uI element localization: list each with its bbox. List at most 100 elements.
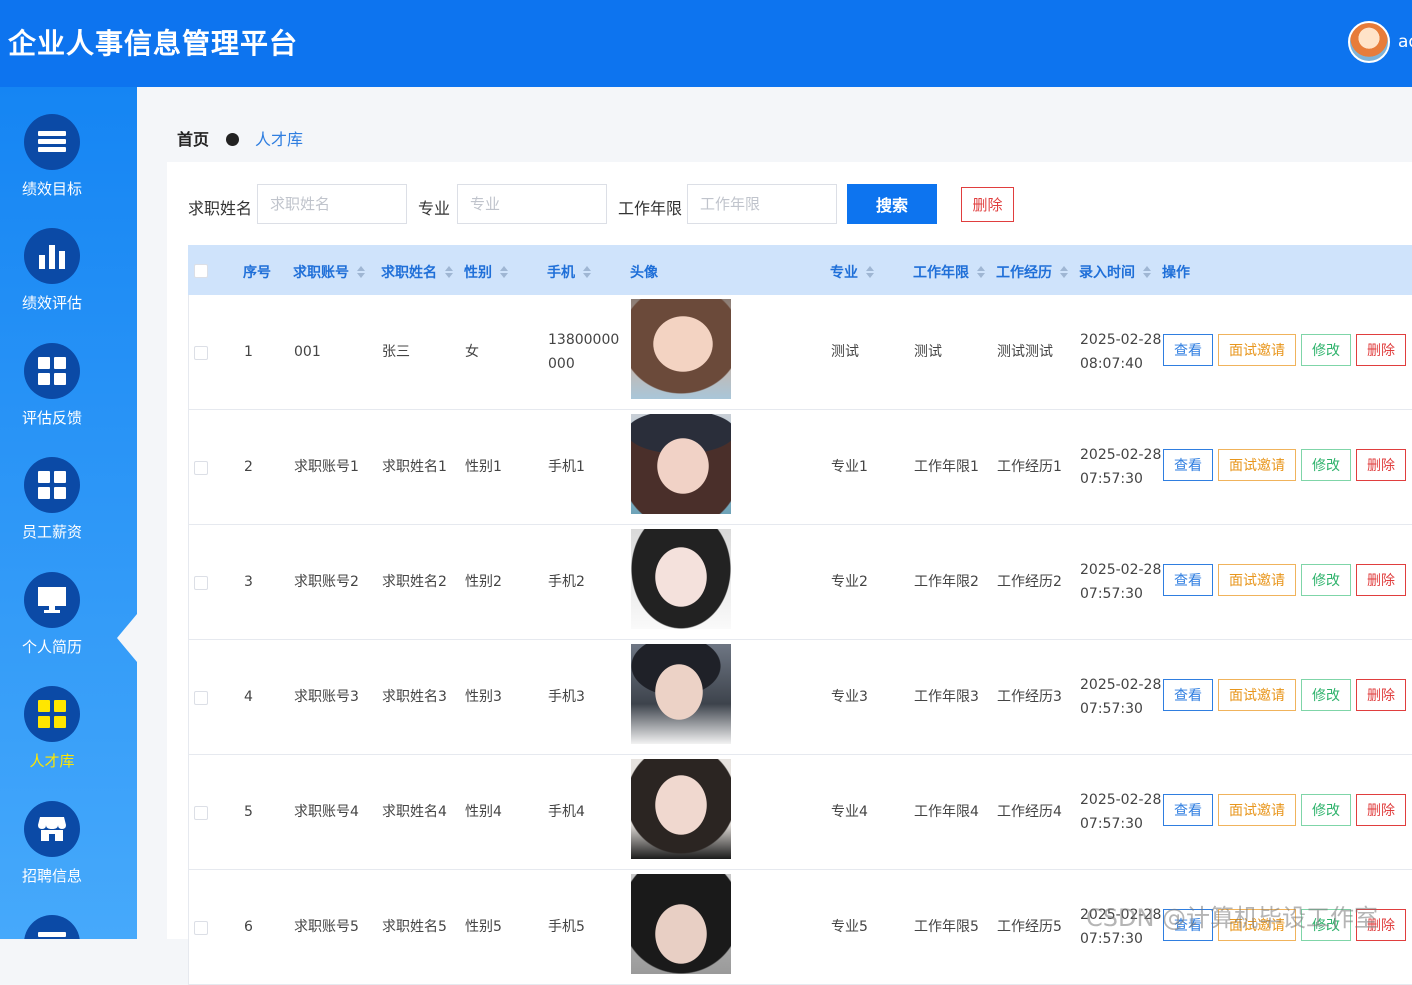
column-header-experience[interactable]: 工作经历 [996, 262, 1068, 282]
cell-name: 求职姓名4 [382, 804, 447, 820]
breadcrumb-home[interactable]: 首页 [177, 130, 209, 149]
column-header-gender[interactable]: 性别 [464, 262, 508, 282]
column-header-major[interactable]: 专业 [830, 262, 874, 282]
column-header-phone[interactable]: 手机 [547, 262, 591, 282]
table-row[interactable]: 4 求职账号3 求职姓名3 性别3 专业3 工作年限3 工作经历3 手机3 2025-02-28… [188, 640, 1412, 755]
sort-icon[interactable] [866, 266, 874, 278]
cell-entry-date: 2025-02-28 [1080, 332, 1162, 348]
cell-name: 求职姓名1 [382, 459, 447, 475]
cell-name: 求职姓名3 [382, 689, 447, 705]
sidebar-item-talent-pool[interactable]: 人才库 [0, 686, 104, 786]
avatar-photo[interactable] [631, 759, 731, 859]
cell-account: 001 [294, 344, 321, 360]
view-button[interactable]: 查看 [1163, 794, 1213, 826]
search-years-input[interactable] [687, 184, 837, 224]
edit-button[interactable]: 修改 [1301, 334, 1351, 366]
cell-gender: 性别4 [465, 804, 502, 820]
delete-button[interactable]: 删除 [1356, 449, 1406, 481]
sidebar-item-recruitment[interactable]: 招聘信息 [0, 801, 104, 901]
sidebar-item-performance-goals[interactable]: 绩效目标 [0, 114, 104, 214]
view-button[interactable]: 查看 [1163, 564, 1213, 596]
avatar-photo[interactable] [631, 299, 731, 399]
sidebar-item-employee-salary[interactable]: 员工薪资 [0, 457, 104, 557]
sort-icon[interactable] [500, 266, 508, 278]
sidebar-item-label: 员工薪资 [21, 523, 82, 541]
delete-button[interactable]: 删除 [1356, 794, 1406, 826]
cell-major: 专业2 [831, 574, 868, 590]
cell-experience: 工作经历2 [997, 574, 1062, 590]
list-icon [38, 131, 66, 153]
column-header-entry-time[interactable]: 录入时间 [1079, 262, 1151, 282]
sidebar-item-label: 评估反馈 [21, 409, 82, 427]
delete-button[interactable]: 删除 [1356, 679, 1406, 711]
table-row[interactable]: 5 求职账号4 求职姓名4 性别4 专业4 工作年限4 工作经历4 手机4 2025-02-28… [188, 755, 1412, 870]
cell-name: 求职姓名5 [382, 919, 447, 935]
view-button[interactable]: 查看 [1163, 449, 1213, 481]
cell-entry-date: 2025-02-28 [1080, 447, 1162, 463]
cell-experience: 工作经历3 [997, 689, 1062, 705]
interview-invite-button[interactable]: 面试邀请 [1218, 679, 1296, 711]
sidebar-item-label: 绩效评估 [21, 294, 82, 312]
cell-major: 专业4 [831, 804, 868, 820]
sort-icon[interactable] [583, 266, 591, 278]
delete-button[interactable]: 删除 [1356, 564, 1406, 596]
edit-button[interactable]: 修改 [1301, 564, 1351, 596]
edit-button[interactable]: 修改 [1301, 794, 1351, 826]
view-button[interactable]: 查看 [1163, 679, 1213, 711]
column-header-years[interactable]: 工作年限 [913, 262, 985, 282]
grid-icon [38, 471, 66, 499]
cell-index: 6 [244, 919, 253, 935]
table-row[interactable]: 1 001 张三女测试 测试 测试测试 13800000000 2025-02-28 08:0… [188, 295, 1412, 410]
batch-delete-button[interactable]: 删除 [961, 187, 1014, 222]
username[interactable]: ad [1398, 32, 1412, 52]
interview-invite-button[interactable]: 面试邀请 [1218, 334, 1296, 366]
column-header-account[interactable]: 求职账号 [293, 262, 365, 282]
search-button[interactable]: 搜索 [847, 184, 937, 224]
row-checkbox[interactable] [194, 346, 208, 360]
interview-invite-button[interactable]: 面试邀请 [1218, 794, 1296, 826]
cell-years: 工作年限4 [914, 804, 979, 820]
select-all-checkbox[interactable] [194, 264, 208, 278]
avatar-photo[interactable] [631, 874, 731, 974]
sort-icon[interactable] [1060, 266, 1068, 278]
row-checkbox[interactable] [194, 691, 208, 705]
breadcrumb-current[interactable]: 人才库 [255, 130, 303, 149]
row-checkbox[interactable] [194, 921, 208, 935]
row-checkbox[interactable] [194, 461, 208, 475]
cell-entry-date: 2025-02-28 [1080, 562, 1162, 578]
cell-account: 求职账号3 [294, 689, 359, 705]
edit-button[interactable]: 修改 [1301, 449, 1351, 481]
cell-phone: 手机2 [548, 574, 585, 590]
table-header: 序号 求职账号 求职姓名 性别 手机 头像 专业 工作年限 工作经历 录入时间 … [188, 245, 1412, 295]
sidebar-item-performance-evaluation[interactable]: 绩效评估 [0, 228, 104, 328]
table-row[interactable]: 3 求职账号2 求职姓名2 性别2 专业2 工作年限2 工作经历2 手机2 2025-02-28… [188, 525, 1412, 640]
row-checkbox[interactable] [194, 576, 208, 590]
search-name-input[interactable] [257, 184, 407, 224]
table-row[interactable]: 2 求职账号1 求职姓名1 性别1 专业1 工作年限1 工作经历1 手机1 2025-02-28… [188, 410, 1412, 525]
cell-entry-time: 07:57:30 [1080, 701, 1143, 717]
sort-icon[interactable] [977, 266, 985, 278]
sidebar: 绩效目标 绩效评估 评估反馈 员工薪资 个人简历 人才库 招聘信息 [0, 87, 137, 939]
sidebar-item-resume[interactable]: 个人简历 [0, 572, 104, 672]
interview-invite-button[interactable]: 面试邀请 [1218, 564, 1296, 596]
sort-icon[interactable] [1143, 266, 1151, 278]
sort-icon[interactable] [357, 266, 365, 278]
column-header-index: 序号 [243, 265, 271, 281]
store-icon [38, 817, 66, 841]
top-header: 企业人事信息管理平台 ad [0, 0, 1412, 87]
sort-icon[interactable] [445, 266, 453, 278]
edit-button[interactable]: 修改 [1301, 679, 1351, 711]
cell-name: 张三 [382, 344, 410, 360]
interview-invite-button[interactable]: 面试邀请 [1218, 449, 1296, 481]
sidebar-item-more[interactable] [0, 915, 104, 939]
view-button[interactable]: 查看 [1163, 334, 1213, 366]
delete-button[interactable]: 删除 [1356, 334, 1406, 366]
avatar-photo[interactable] [631, 529, 731, 629]
user-avatar[interactable] [1348, 21, 1390, 63]
search-major-input[interactable] [457, 184, 607, 224]
row-checkbox[interactable] [194, 806, 208, 820]
avatar-photo[interactable] [631, 644, 731, 744]
column-header-name[interactable]: 求职姓名 [381, 262, 453, 282]
sidebar-item-evaluation-feedback[interactable]: 评估反馈 [0, 343, 104, 443]
avatar-photo[interactable] [631, 414, 731, 514]
